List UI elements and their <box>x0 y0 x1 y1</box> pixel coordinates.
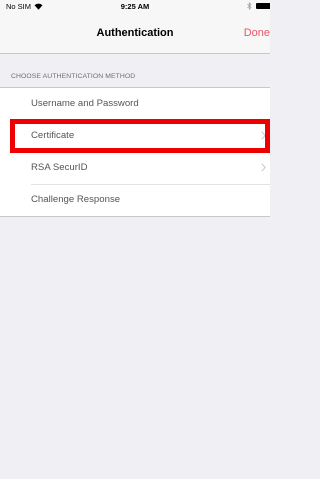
status-time: 9:25 AM <box>120 2 150 11</box>
chevron-right-icon <box>261 131 266 140</box>
authentication-method-list: Username and Password Certificate RSA Se… <box>0 87 270 217</box>
section-header: CHOOSE AUTHENTICATION METHOD <box>11 73 136 80</box>
status-right <box>247 2 270 10</box>
status-bar: No SIM 9:25 AM <box>0 0 270 14</box>
screen: No SIM 9:25 AM Authentication Done CHOOS… <box>0 0 270 479</box>
method-row-certificate[interactable]: Certificate <box>0 120 270 152</box>
method-label: Challenge Response <box>31 194 121 205</box>
chevron-right-icon <box>261 163 266 172</box>
battery-icon <box>256 3 270 9</box>
method-row-rsa-securid[interactable]: RSA SecurID <box>0 152 270 184</box>
bluetooth-icon <box>247 2 252 10</box>
method-label: Certificate <box>31 130 75 141</box>
page-title: Authentication <box>96 27 174 39</box>
method-row-challenge-response[interactable]: Challenge Response <box>0 184 270 216</box>
method-label: RSA SecurID <box>31 162 88 173</box>
method-row-username-password[interactable]: Username and Password <box>0 88 270 120</box>
method-label: Username and Password <box>31 98 139 109</box>
done-button[interactable]: Done <box>244 27 270 39</box>
navigation-bar: Authentication Done <box>0 14 270 54</box>
